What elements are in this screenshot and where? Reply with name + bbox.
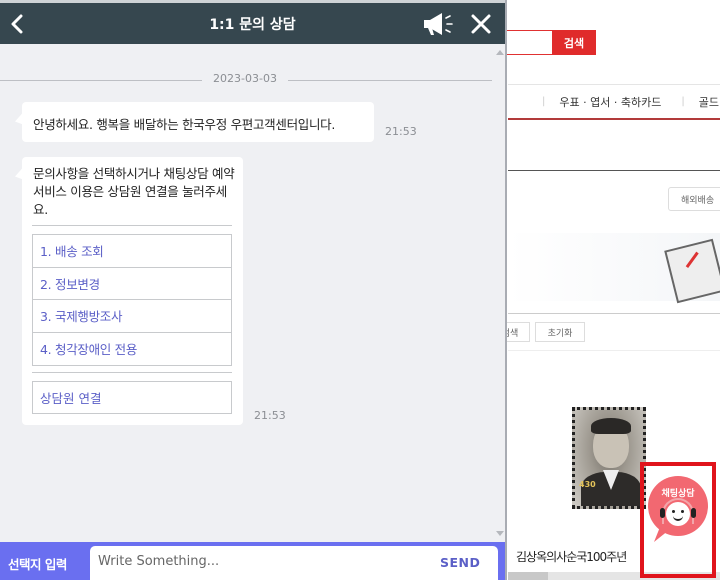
stamp-value: 430 xyxy=(579,480,596,489)
nav-separator: | xyxy=(681,96,685,107)
message-text: 안녕하세요. 행복을 배달하는 한국우정 우편고객센터입니다. xyxy=(33,117,336,132)
megaphone-icon xyxy=(424,13,453,35)
nav-item-stamps[interactable]: 우표 · 엽서 · 축하카드 xyxy=(559,94,661,110)
nav-item-gold[interactable]: 골드 xyxy=(699,94,719,110)
filter-reset-button[interactable]: 초기화 xyxy=(535,322,585,342)
option-delivery-tracking[interactable]: 1. 배송 조회 xyxy=(33,235,231,268)
product-title[interactable]: 김상옥의사순국100주년 xyxy=(516,548,627,565)
smiley-face-icon xyxy=(666,502,690,526)
bot-message: 안녕하세요. 행복을 배달하는 한국우정 우편고객센터입니다. xyxy=(22,102,374,142)
option-international-trace[interactable]: 3. 국제행방조사 xyxy=(33,300,231,333)
scroll-down-arrow[interactable] xyxy=(496,531,504,536)
notice-button[interactable] xyxy=(422,11,458,37)
site-search-button[interactable]: 검색 xyxy=(552,30,596,55)
divider xyxy=(0,80,202,81)
chat-launcher-button[interactable]: 채팅상담 xyxy=(644,466,712,574)
close-button[interactable] xyxy=(468,11,494,37)
send-button[interactable]: SEND xyxy=(440,555,480,570)
site-nav: | 우표 · 엽서 · 축하카드 | 골드 xyxy=(508,85,720,118)
option-menu: 1. 배송 조회 2. 정보변경 3. 국제행방조사 4. 청각장애인 전용 xyxy=(32,234,232,366)
input-box: SEND xyxy=(90,546,498,580)
nav-underline xyxy=(508,118,720,120)
input-mode-label: 선택지 입력 xyxy=(8,557,67,572)
message-text: 문의사항을 선택하시거나 채팅상담 예약 서비스 이용은 상담원 연결을 눌러주… xyxy=(33,166,235,217)
scrollbar-thumb[interactable] xyxy=(508,572,548,580)
divider xyxy=(508,170,720,171)
stamp-portrait-hair xyxy=(591,418,631,434)
headset-ear-icon xyxy=(691,508,696,518)
message-time: 21:53 xyxy=(254,409,286,422)
input-bar: 선택지 입력 SEND xyxy=(0,542,505,580)
scroll-up-arrow[interactable] xyxy=(496,50,504,55)
date-separator: 2023-03-03 xyxy=(0,72,492,86)
screen: 검색 | 우표 · 엽서 · 축하카드 | 골드 해외배송 검색 초기화 430… xyxy=(0,0,720,580)
option-hearing-impaired[interactable]: 4. 청각장애인 전용 xyxy=(33,333,231,366)
chat-header: 1:1 문의 상담 xyxy=(0,0,505,44)
connect-agent-button[interactable]: 상담원 연결 xyxy=(32,381,232,414)
product-stamp-image[interactable]: 430 xyxy=(572,407,646,509)
close-icon xyxy=(471,14,491,34)
overseas-shipping-button[interactable]: 해외배송 xyxy=(668,187,720,211)
divider xyxy=(508,313,720,314)
divider xyxy=(32,225,232,226)
nav-separator: | xyxy=(542,96,546,107)
message-time: 21:53 xyxy=(385,125,417,138)
chat-window: 1:1 문의 상담 2023-03-03 안녕하세요. 행복을 배달하는 한국우… xyxy=(0,0,507,580)
divider xyxy=(508,350,720,351)
message-input[interactable] xyxy=(98,554,418,569)
divider xyxy=(288,80,492,81)
divider xyxy=(32,372,232,373)
bot-message: 문의사항을 선택하시거나 채팅상담 예약 서비스 이용은 상담원 연결을 눌러주… xyxy=(22,157,243,425)
headset-ear-icon xyxy=(660,508,665,518)
date-label: 2023-03-03 xyxy=(213,72,277,85)
option-info-change[interactable]: 2. 정보변경 xyxy=(33,268,231,300)
